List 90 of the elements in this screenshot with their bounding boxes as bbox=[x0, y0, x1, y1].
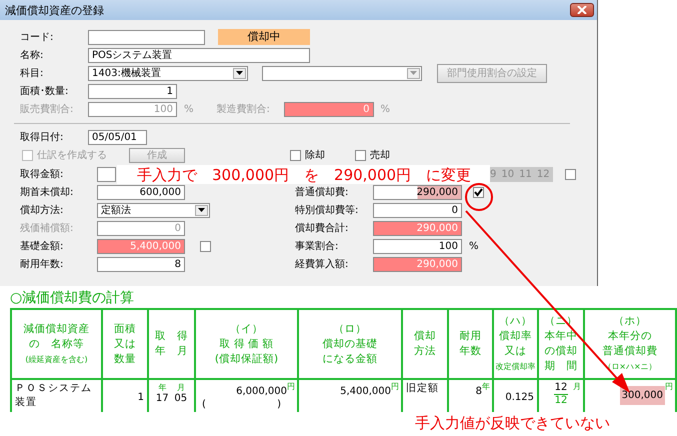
table-header: （ロ） 償却の基礎 になる金額 bbox=[298, 309, 402, 379]
checkbox[interactable] bbox=[473, 186, 484, 198]
month-cell[interactable]: 12 bbox=[536, 168, 550, 180]
amount-field[interactable]: 290,000 bbox=[373, 220, 462, 236]
field-label: 経費算入額: bbox=[295, 258, 350, 271]
paren-mark: ( bbox=[202, 399, 206, 410]
checkbox-label: 仕訳を作成する bbox=[37, 148, 107, 162]
table-cell: 8 bbox=[476, 386, 482, 397]
caret-icon bbox=[410, 71, 417, 75]
field-label: 製造費割合: bbox=[216, 102, 271, 116]
field-label: コード: bbox=[20, 31, 54, 44]
table-header: 取 得 年 月 bbox=[148, 309, 195, 379]
table-cell: 12 bbox=[554, 382, 568, 395]
code-field[interactable] bbox=[88, 30, 205, 44]
amount-field[interactable]: 0 bbox=[373, 202, 462, 218]
amount-field[interactable] bbox=[97, 166, 116, 182]
close-button[interactable] bbox=[570, 3, 594, 17]
table-header: （ハ） 償却率 又は 改定償却率 bbox=[493, 309, 538, 379]
field-label: 科目: bbox=[20, 66, 44, 80]
section-title: ○減価償却費の計算 bbox=[9, 289, 136, 308]
unit-label: 円 bbox=[391, 381, 399, 392]
quantity-field[interactable]: 1 bbox=[88, 84, 177, 98]
field-label: 取得金額: bbox=[20, 168, 64, 181]
table-cell-text: ＰＯＳシステム装置 bbox=[14, 382, 93, 410]
checkbox-label: 売却 bbox=[370, 148, 390, 162]
annotation-callout: 手入力で 300,000円 を 290,000円 に変更 bbox=[117, 165, 490, 184]
checkbox[interactable] bbox=[200, 240, 211, 252]
close-icon bbox=[577, 6, 587, 14]
unit-label: 月 bbox=[176, 382, 185, 393]
date-field[interactable]: 05/05/01 bbox=[88, 130, 147, 144]
paren-mark: ) bbox=[277, 399, 281, 410]
unit-label: 円 bbox=[287, 381, 295, 392]
table-cell-text: 0.125 bbox=[504, 391, 535, 403]
amount-field[interactable]: 290,000 bbox=[373, 256, 462, 272]
amount-field[interactable]: 5,400,000 bbox=[97, 238, 185, 254]
table-cell-text: 旧定額 bbox=[405, 382, 440, 396]
table-cell: 12 bbox=[554, 395, 568, 406]
checkbox[interactable] bbox=[290, 150, 301, 160]
field-label: 普通償却費: bbox=[295, 186, 350, 199]
percent-unit: % bbox=[469, 240, 479, 252]
table-cell: 17 bbox=[156, 393, 169, 404]
month-cell[interactable]: 10 bbox=[501, 168, 514, 180]
unit-label: 年 bbox=[482, 381, 490, 392]
caret-icon bbox=[236, 71, 243, 75]
table-header: 減価償却資産 の 名称等 (繰延資産を含む) bbox=[11, 309, 102, 379]
unit-label: 月 bbox=[573, 381, 581, 392]
amount-field[interactable]: 290,000 bbox=[373, 184, 462, 200]
unit-label: 円 bbox=[665, 381, 673, 392]
field-label: 名称: bbox=[20, 49, 44, 62]
sub-account-select[interactable] bbox=[262, 66, 422, 80]
checkbox-label: 除却 bbox=[305, 148, 325, 162]
field-label: 特別償却費等: bbox=[295, 204, 360, 217]
name-field[interactable]: POSシステム装置 bbox=[88, 48, 310, 62]
table-header: 耐用 年数 bbox=[448, 309, 493, 379]
amount-field[interactable]: 8 bbox=[97, 256, 185, 272]
percent-unit: % bbox=[380, 104, 390, 114]
amount-field[interactable]: 100 bbox=[373, 238, 462, 254]
amount-field[interactable]: 600,000 bbox=[97, 184, 185, 200]
field-label: 取得日付: bbox=[20, 131, 64, 144]
window-title: 減価償却資産の登録 bbox=[5, 2, 104, 18]
unit-label: 年 bbox=[158, 382, 166, 393]
checkbox[interactable] bbox=[564, 168, 576, 180]
field-label: 事業割合: bbox=[295, 240, 340, 253]
month-selector[interactable]: 9 10 11 12 bbox=[487, 166, 553, 182]
annotation-note: 手入力値が反映できていない bbox=[415, 414, 611, 433]
table-cell: 5,400,000 bbox=[340, 386, 391, 397]
table-cell: 05 bbox=[174, 393, 188, 404]
table-cell: 6,000,000 bbox=[236, 386, 287, 397]
month-cell[interactable]: 11 bbox=[519, 168, 532, 180]
method-select[interactable]: 定額法 bbox=[97, 202, 210, 218]
field-label: 基礎金額: bbox=[20, 240, 64, 253]
field-label: 販売費割合: bbox=[20, 102, 74, 116]
field-label: 期首未償却: bbox=[20, 186, 74, 199]
checkbox[interactable] bbox=[355, 150, 366, 160]
account-select[interactable]: 1403:機械装置 bbox=[88, 66, 248, 80]
table-header: 償却 方法 bbox=[402, 309, 448, 379]
field-label: 償却費合計: bbox=[295, 222, 350, 235]
field-label: 残価補償額: bbox=[20, 222, 74, 235]
field-label: 耐用年数: bbox=[20, 258, 64, 271]
table-header: （イ） 取 得 価 額 (償却保証額) bbox=[195, 309, 298, 379]
month-cell[interactable]: 9 bbox=[490, 168, 496, 180]
field-label: 償却方法: bbox=[20, 204, 64, 217]
highlight-circle bbox=[465, 183, 493, 211]
percent-unit: % bbox=[184, 104, 194, 114]
table-cell: 300,000 bbox=[620, 386, 665, 405]
table-header: 面積 又は 数量 bbox=[102, 309, 148, 379]
field-label: 面積･数量: bbox=[20, 84, 70, 98]
caret-icon bbox=[198, 208, 205, 212]
table-cell-text: 1 bbox=[136, 391, 145, 403]
status-badge: 償却中 bbox=[218, 29, 310, 45]
